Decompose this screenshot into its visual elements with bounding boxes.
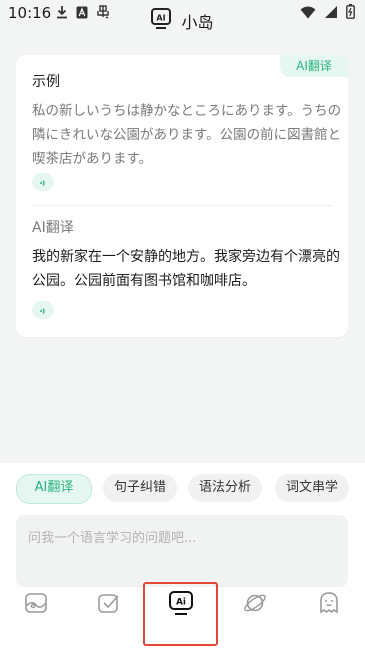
audio-wave-icon [38, 173, 48, 192]
chat-input[interactable]: 问我一个语言学习的问题吧... [16, 515, 348, 587]
chip-sentence-correction[interactable]: 句子纠错 [103, 474, 177, 502]
logo-text: AI [157, 14, 166, 23]
chat-input-placeholder: 问我一个语言学习的问题吧... [28, 531, 197, 546]
chip-grammar-analysis[interactable]: 语法分析 [188, 474, 262, 502]
ai-translation-label: AI翻译 [32, 220, 74, 236]
nav-profile[interactable] [314, 590, 344, 620]
ai-translate-badge: AI翻译 [280, 55, 348, 77]
nav-tasks[interactable] [94, 590, 124, 620]
checkbox-icon [97, 591, 121, 619]
play-sample-audio-button[interactable] [32, 173, 54, 191]
planet-icon [242, 590, 268, 620]
app-header: AI 小岛 [0, 6, 365, 36]
chip-word-study[interactable]: 词文串学 [275, 474, 349, 502]
chip-ai-translate[interactable]: AI翻译 [16, 474, 92, 504]
play-translation-audio-button[interactable] [32, 301, 54, 319]
picture-icon [24, 591, 48, 619]
highlight-frame [143, 582, 218, 646]
sample-text: 私の新しいうちは静かなところにあります。うちの隣にきれいな公園があります。公園の… [32, 103, 342, 167]
app-title: 小岛 [181, 13, 214, 32]
nav-discover[interactable] [240, 590, 270, 620]
card-divider [32, 205, 332, 206]
ai-logo-icon: AI [151, 8, 172, 34]
translation-text: 我的新家在一个安静的地方。我家旁边有个漂亮的公园。公园前面有图书馆和咖啡店。 [32, 249, 340, 289]
nav-picture[interactable] [21, 590, 51, 620]
ghost-icon [317, 591, 341, 619]
example-card: AI翻译 示例 私の新しいうちは静かなところにあります。うちの隣にきれいな公園が… [16, 55, 348, 337]
sample-label: 示例 [32, 74, 60, 90]
audio-wave-icon [38, 301, 48, 320]
